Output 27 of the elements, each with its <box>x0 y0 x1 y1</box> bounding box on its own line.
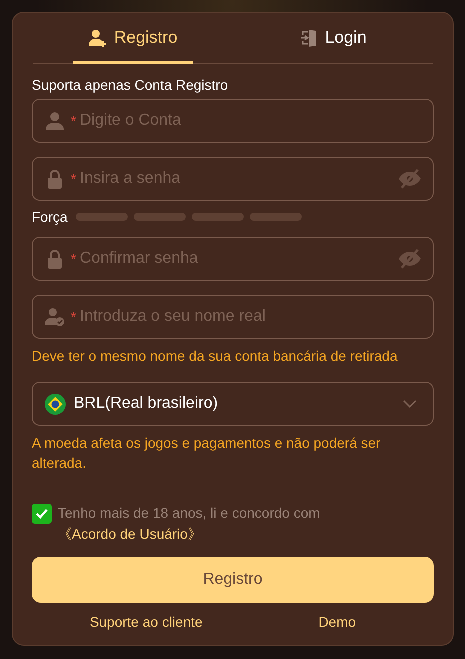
eye-off-icon[interactable] <box>398 169 422 189</box>
brazil-flag-icon <box>45 394 66 414</box>
required-mark: * <box>71 172 76 186</box>
currency-select[interactable]: BRL(Real brasileiro) <box>32 382 434 426</box>
lock-icon <box>45 249 65 269</box>
field-hint: A moeda afeta os jogos e pagamentos e não poderá ser alterada. <box>32 434 382 473</box>
field-hint: Deve ter o mesmo nome da sua conta bancária de retirada <box>32 347 399 366</box>
user-check-icon <box>45 307 65 327</box>
tab[interactable]: Login <box>233 13 433 63</box>
user-icon <box>45 111 65 131</box>
eye-off-icon[interactable] <box>398 249 422 269</box>
register-button[interactable]: Registro <box>32 557 434 603</box>
footer-link[interactable]: Suporte ao cliente <box>90 614 203 630</box>
checkmark-icon <box>35 507 49 521</box>
required-mark: * <box>71 252 76 266</box>
form-note: Suporta apenas Conta Registro <box>32 77 230 93</box>
checkbox[interactable] <box>32 504 52 524</box>
tab[interactable]: Registro <box>33 13 233 63</box>
chevron-down-icon <box>403 400 417 408</box>
agreement-text: Tenho mais de 18 anos, li e concordo com 《Acordo de Usuário》 <box>58 504 322 544</box>
user-add-icon <box>88 28 108 48</box>
required-mark: * <box>71 114 76 128</box>
footer-link[interactable]: Demo <box>318 614 356 630</box>
lock-icon <box>45 169 65 189</box>
required-mark: * <box>71 310 76 324</box>
agreement-link[interactable]: 《Acordo de Usuário》 <box>58 526 202 542</box>
strength-label: Força <box>32 209 68 225</box>
